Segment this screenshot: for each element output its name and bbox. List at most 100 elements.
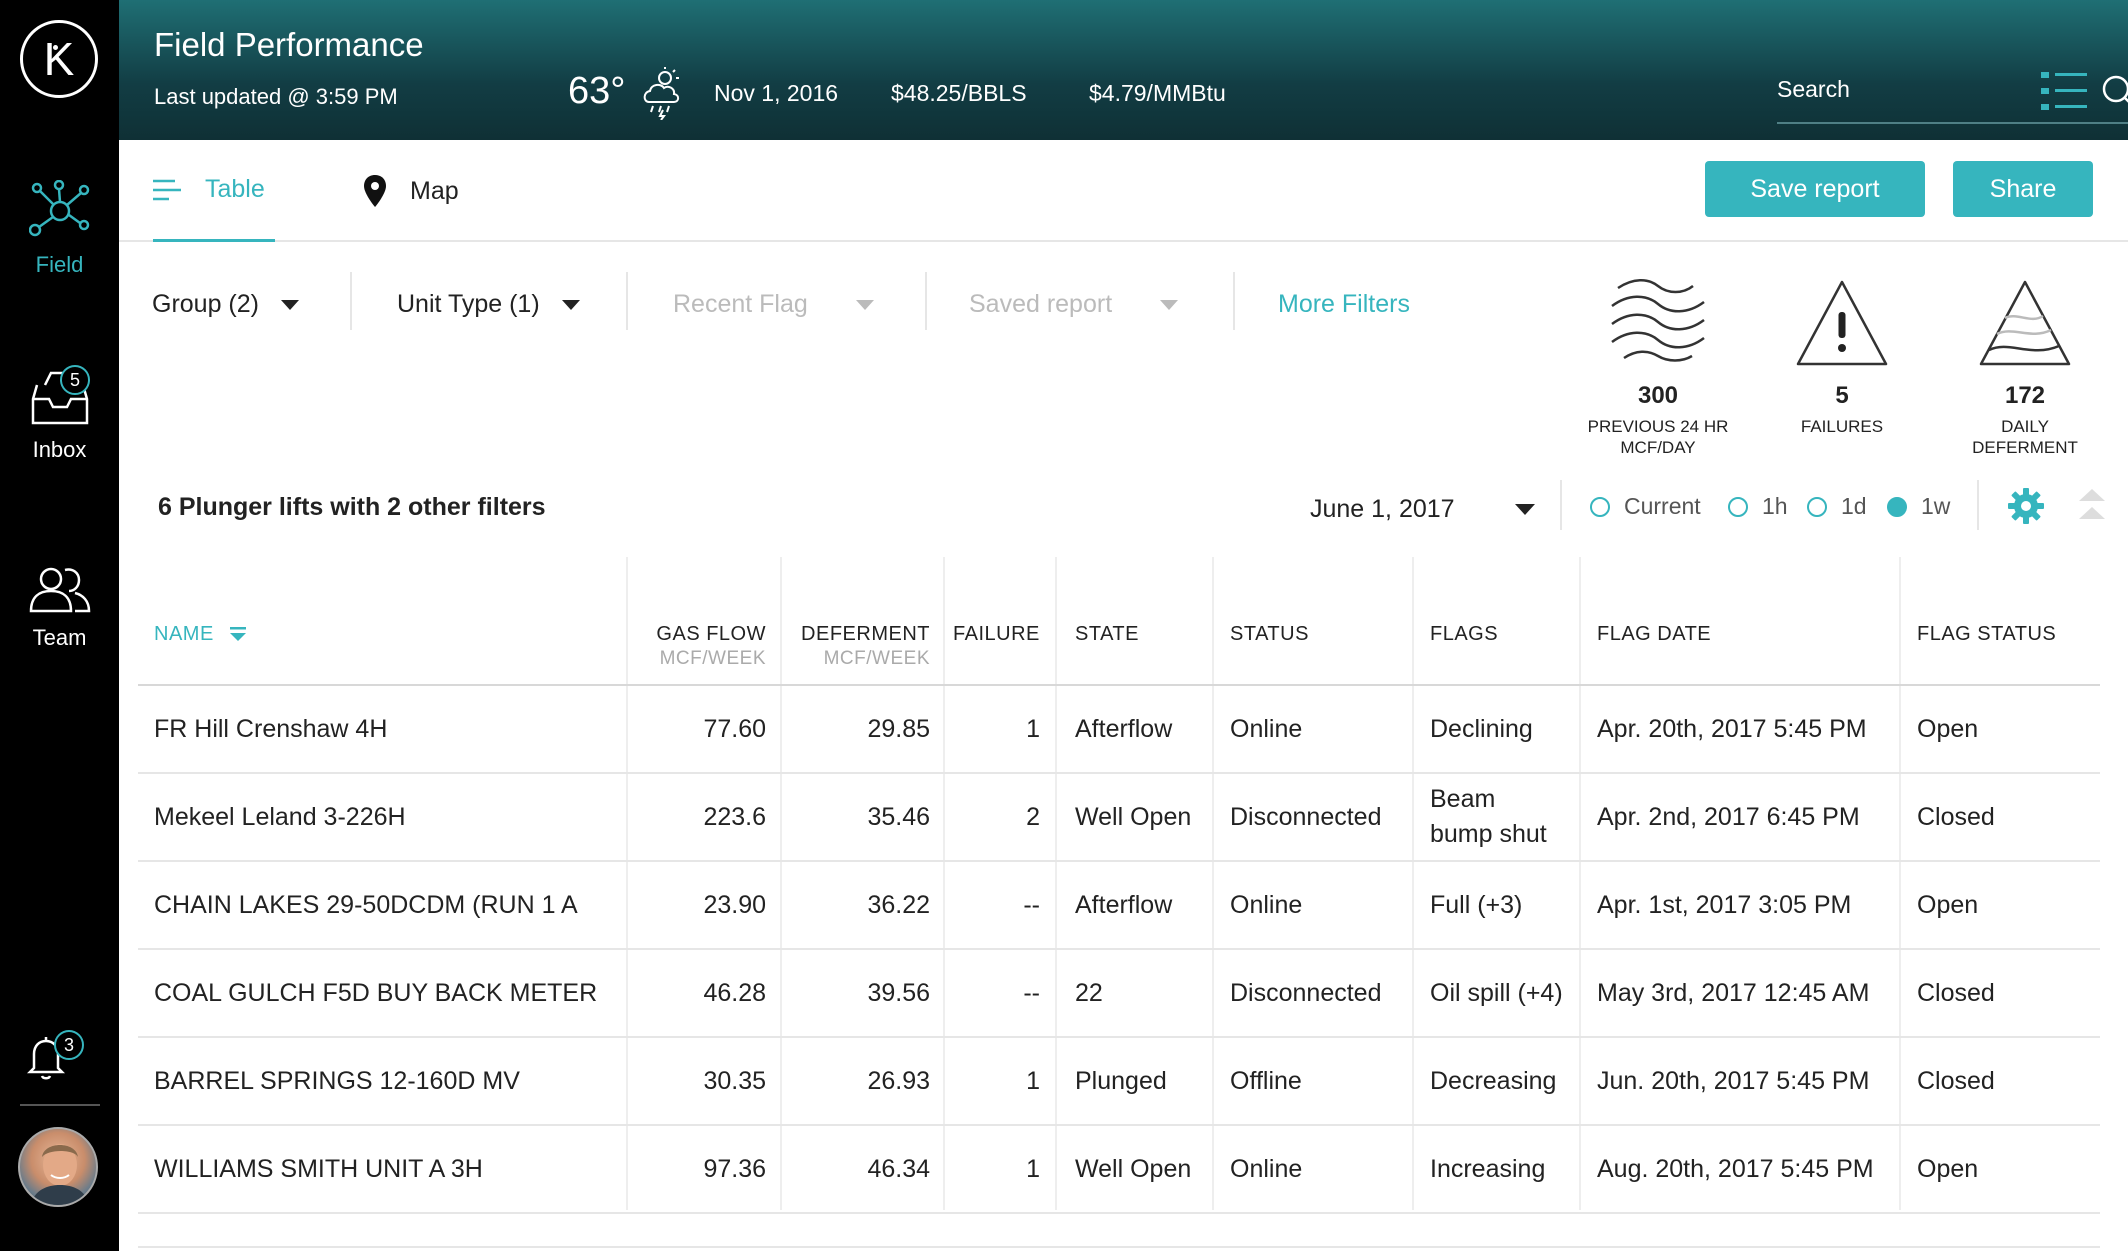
saved-report-filter[interactable]: Saved report bbox=[969, 290, 1179, 319]
cell-flags-line: Beam bbox=[1430, 785, 1496, 813]
table-row[interactable]: Mekeel Leland 3-226H 223.6 35.46 2 Well … bbox=[138, 774, 2100, 862]
column-header-flags[interactable]: FLAGS bbox=[1430, 623, 1498, 646]
sort-desc-icon bbox=[229, 626, 246, 641]
radio-1d[interactable]: 1d bbox=[1807, 493, 1867, 520]
header-label: FLAG STATUS bbox=[1917, 623, 2057, 645]
notifications-badge: 3 bbox=[54, 1030, 84, 1060]
app-logo[interactable]: K bbox=[20, 20, 98, 98]
column-header-failure[interactable]: FAILURE bbox=[953, 623, 1040, 646]
header-label: NAME bbox=[154, 623, 214, 645]
cell-name: COAL GULCH F5D BUY BACK METER bbox=[154, 978, 598, 1007]
more-filters-link[interactable]: More Filters bbox=[1278, 290, 1410, 319]
sidebar-item-team[interactable]: Team bbox=[0, 565, 119, 651]
radio-circle bbox=[1590, 496, 1610, 517]
group-filter[interactable]: Group (2) bbox=[152, 290, 299, 319]
kpi-label-line: PREVIOUS 24 HR bbox=[1587, 417, 1729, 436]
cell-name: Mekeel Leland 3-226H bbox=[154, 802, 406, 831]
cell-name: WILLIAMS SMITH UNIT A 3H bbox=[154, 1154, 483, 1183]
column-header-state[interactable]: STATE bbox=[1075, 623, 1139, 646]
view-tabbar: Table Map Save report Share bbox=[119, 140, 2128, 242]
user-photo bbox=[30, 1144, 90, 1205]
divider bbox=[1560, 480, 1562, 530]
header-unit: MCF/WEEK bbox=[823, 648, 930, 669]
cell-deferment: 39.56 bbox=[867, 978, 930, 1007]
cell-gas-flow: 23.90 bbox=[703, 890, 766, 919]
oil-price: $48.25/BBLS bbox=[891, 80, 1027, 106]
kpi-label: FAILURES bbox=[1800, 417, 1884, 436]
header-label: FAILURE bbox=[953, 623, 1040, 645]
kpi-value: 300 bbox=[1637, 382, 1679, 409]
table-row[interactable]: WILLIAMS SMITH UNIT A 3H 97.36 46.34 1 W… bbox=[138, 1126, 2100, 1214]
table-bottom-border bbox=[138, 1246, 2100, 1248]
cell-status: Disconnected bbox=[1230, 978, 1382, 1007]
sidebar-item-label: Field bbox=[35, 252, 84, 277]
caret-down-icon bbox=[1514, 504, 1535, 515]
sidebar-item-inbox[interactable]: 5 Inbox bbox=[0, 365, 119, 463]
save-report-button[interactable]: Save report bbox=[1705, 161, 1925, 217]
search-icon[interactable] bbox=[2101, 74, 2128, 110]
cell-status: Offline bbox=[1230, 1066, 1302, 1095]
list-icon bbox=[153, 179, 181, 200]
table-row[interactable]: COAL GULCH F5D BUY BACK METER 46.28 39.5… bbox=[138, 950, 2100, 1038]
radio-circle bbox=[1728, 496, 1748, 517]
kpi-gas-flow: 300 PREVIOUS 24 HR MCF/DAY bbox=[1568, 278, 1748, 458]
sidebar-item-label: Team bbox=[32, 625, 87, 650]
cell-deferment: 46.34 bbox=[867, 1154, 930, 1183]
collapse-arrows-icon[interactable] bbox=[2079, 489, 2105, 523]
filter-divider bbox=[925, 272, 927, 330]
column-header-flag-status[interactable]: FLAG STATUS bbox=[1917, 623, 2056, 646]
top-header: Field Performance Last updated @ 3:59 PM… bbox=[119, 0, 2128, 140]
unit-type-filter[interactable]: Unit Type (1) bbox=[397, 290, 580, 319]
temperature: 63° bbox=[568, 70, 626, 112]
gas-price: $4.79/MMBtu bbox=[1089, 80, 1226, 106]
cell-state: Well Open bbox=[1075, 1154, 1192, 1183]
radio-current[interactable]: Current bbox=[1590, 493, 1701, 520]
tab-table[interactable]: Table bbox=[153, 140, 275, 242]
kpi-label-line: DEFERMENT bbox=[1972, 438, 2078, 457]
table-row[interactable]: CHAIN LAKES 29-50DCDM (RUN 1 A 23.90 36.… bbox=[138, 862, 2100, 950]
gear-icon[interactable] bbox=[2007, 487, 2045, 525]
header-label: GAS FLOW bbox=[656, 623, 766, 645]
tab-label: Table bbox=[205, 175, 265, 203]
radio-1w[interactable]: 1w bbox=[1887, 493, 1950, 520]
search-input[interactable] bbox=[1777, 76, 2067, 103]
column-header-flag-date[interactable]: FLAG DATE bbox=[1597, 623, 1711, 646]
tab-map[interactable]: Map bbox=[364, 140, 459, 242]
caret-down-icon bbox=[855, 299, 874, 310]
kpi-value: 172 bbox=[2004, 382, 2046, 409]
cell-flag-status: Closed bbox=[1917, 1066, 1995, 1095]
filter-divider bbox=[350, 272, 352, 330]
cell-flag-date: Jun. 20th, 2017 5:45 PM bbox=[1597, 1066, 1870, 1095]
column-header-status[interactable]: STATUS bbox=[1230, 623, 1309, 646]
radio-label: Current bbox=[1624, 493, 1701, 519]
list-menu-icon[interactable] bbox=[2041, 70, 2087, 112]
column-header-name[interactable]: NAME bbox=[154, 623, 248, 646]
avatar[interactable] bbox=[18, 1127, 98, 1207]
column-header-deferment[interactable]: DEFERMENT MCF/WEEK bbox=[780, 623, 930, 670]
network-icon bbox=[28, 180, 89, 237]
cell-flags: Declining bbox=[1430, 714, 1533, 743]
cell-flag-status: Closed bbox=[1917, 978, 1995, 1007]
kpi-label-line: MCF/DAY bbox=[1620, 438, 1696, 457]
radio-circle-selected bbox=[1887, 496, 1907, 517]
radio-label: 1d bbox=[1841, 493, 1867, 519]
notifications-button[interactable]: 3 bbox=[26, 1030, 96, 1080]
date-select[interactable]: June 1, 2017 bbox=[1310, 495, 1535, 524]
column-header-gas-flow[interactable]: GAS FLOW MCF/WEEK bbox=[626, 623, 766, 670]
divider bbox=[1977, 480, 1979, 530]
filter-label: Saved report bbox=[969, 290, 1113, 318]
recent-flag-filter[interactable]: Recent Flag bbox=[673, 290, 874, 319]
table-row[interactable]: BARREL SPRINGS 12-160D MV 30.35 26.93 1 … bbox=[138, 1038, 2100, 1126]
sidebar-item-field[interactable]: Field bbox=[0, 180, 119, 278]
table-row[interactable]: FR Hill Crenshaw 4H 77.60 29.85 1 Afterf… bbox=[138, 686, 2100, 774]
sidebar: K Field 5 Inbox Team 3 bbox=[0, 0, 119, 1251]
share-button[interactable]: Share bbox=[1953, 161, 2093, 217]
cell-status: Online bbox=[1230, 1154, 1303, 1183]
cell-flags: Beam bump shut bbox=[1430, 774, 1547, 860]
radio-label: 1w bbox=[1921, 493, 1951, 519]
results-summary: 6 Plunger lifts with 2 other filters bbox=[158, 493, 546, 521]
radio-1h[interactable]: 1h bbox=[1728, 493, 1788, 520]
kpi-label: PREVIOUS 24 HR MCF/DAY bbox=[1568, 416, 1748, 458]
header-label: FLAGS bbox=[1430, 623, 1499, 645]
cell-status: Online bbox=[1230, 890, 1303, 919]
